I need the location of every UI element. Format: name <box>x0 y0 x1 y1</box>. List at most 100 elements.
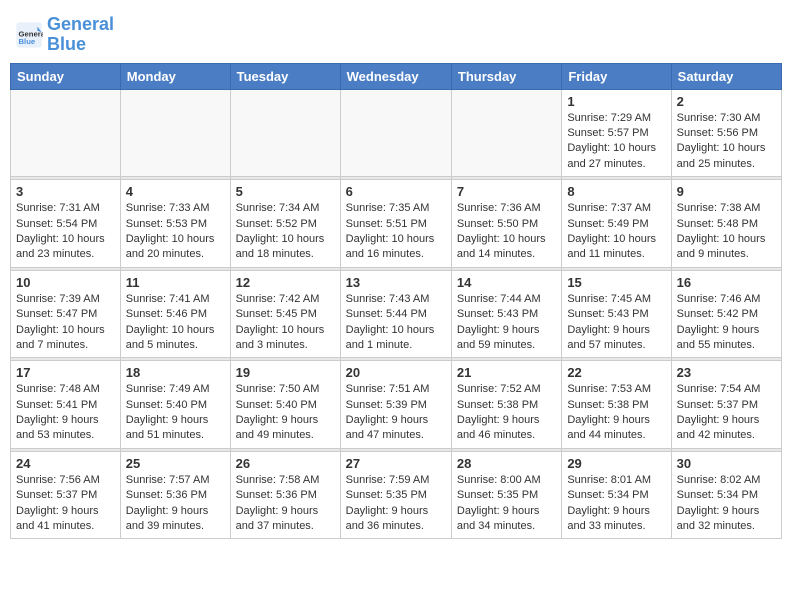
calendar-week-row: 1 Sunrise: 7:29 AM Sunset: 5:57 PM Daylig… <box>11 89 782 177</box>
day-number: 21 <box>457 365 556 380</box>
day-info: Sunrise: 7:52 AM Sunset: 5:38 PM Dayligh… <box>457 382 556 444</box>
calendar-week-row: 3 Sunrise: 7:31 AM Sunset: 5:54 PM Daylig… <box>11 180 782 268</box>
calendar-cell: 7 Sunrise: 7:36 AM Sunset: 5:50 PM Daylig… <box>451 180 561 268</box>
calendar-cell: 20 Sunrise: 7:51 AM Sunset: 5:39 PM Dayli… <box>340 361 451 449</box>
day-number: 8 <box>567 184 665 199</box>
calendar-cell: 18 Sunrise: 7:49 AM Sunset: 5:40 PM Dayli… <box>120 361 230 449</box>
calendar-cell: 22 Sunrise: 7:53 AM Sunset: 5:38 PM Dayli… <box>562 361 671 449</box>
day-number: 26 <box>236 456 335 471</box>
day-number: 20 <box>346 365 446 380</box>
col-header-tuesday: Tuesday <box>230 63 340 89</box>
calendar-cell: 19 Sunrise: 7:50 AM Sunset: 5:40 PM Dayli… <box>230 361 340 449</box>
day-info: Sunrise: 7:53 AM Sunset: 5:38 PM Dayligh… <box>567 382 665 444</box>
day-info: Sunrise: 7:36 AM Sunset: 5:50 PM Dayligh… <box>457 201 556 263</box>
day-info: Sunrise: 7:48 AM Sunset: 5:41 PM Dayligh… <box>16 382 115 444</box>
col-header-sunday: Sunday <box>11 63 121 89</box>
day-info: Sunrise: 7:31 AM Sunset: 5:54 PM Dayligh… <box>16 201 115 263</box>
day-number: 28 <box>457 456 556 471</box>
col-header-friday: Friday <box>562 63 671 89</box>
day-number: 7 <box>457 184 556 199</box>
day-info: Sunrise: 7:54 AM Sunset: 5:37 PM Dayligh… <box>677 382 776 444</box>
day-info: Sunrise: 7:37 AM Sunset: 5:49 PM Dayligh… <box>567 201 665 263</box>
day-info: Sunrise: 7:30 AM Sunset: 5:56 PM Dayligh… <box>677 111 776 173</box>
calendar-cell <box>11 89 121 177</box>
calendar-cell <box>120 89 230 177</box>
calendar-cell: 1 Sunrise: 7:29 AM Sunset: 5:57 PM Daylig… <box>562 89 671 177</box>
day-info: Sunrise: 7:50 AM Sunset: 5:40 PM Dayligh… <box>236 382 335 444</box>
col-header-saturday: Saturday <box>671 63 781 89</box>
day-info: Sunrise: 7:43 AM Sunset: 5:44 PM Dayligh… <box>346 292 446 354</box>
logo-text: GeneralBlue <box>47 15 114 55</box>
calendar-header-row: SundayMondayTuesdayWednesdayThursdayFrid… <box>11 63 782 89</box>
day-info: Sunrise: 7:45 AM Sunset: 5:43 PM Dayligh… <box>567 292 665 354</box>
calendar-cell: 12 Sunrise: 7:42 AM Sunset: 5:45 PM Dayli… <box>230 270 340 358</box>
calendar-cell: 21 Sunrise: 7:52 AM Sunset: 5:38 PM Dayli… <box>451 361 561 449</box>
page-header: General Blue GeneralBlue <box>10 10 782 55</box>
calendar-cell <box>340 89 451 177</box>
calendar-cell: 14 Sunrise: 7:44 AM Sunset: 5:43 PM Dayli… <box>451 270 561 358</box>
calendar-table: SundayMondayTuesdayWednesdayThursdayFrid… <box>10 63 782 540</box>
day-number: 16 <box>677 275 776 290</box>
day-info: Sunrise: 7:41 AM Sunset: 5:46 PM Dayligh… <box>126 292 225 354</box>
col-header-wednesday: Wednesday <box>340 63 451 89</box>
day-number: 13 <box>346 275 446 290</box>
day-number: 22 <box>567 365 665 380</box>
day-info: Sunrise: 7:44 AM Sunset: 5:43 PM Dayligh… <box>457 292 556 354</box>
day-number: 18 <box>126 365 225 380</box>
day-number: 29 <box>567 456 665 471</box>
day-number: 19 <box>236 365 335 380</box>
day-number: 2 <box>677 94 776 109</box>
day-number: 3 <box>16 184 115 199</box>
calendar-cell: 2 Sunrise: 7:30 AM Sunset: 5:56 PM Daylig… <box>671 89 781 177</box>
calendar-cell: 13 Sunrise: 7:43 AM Sunset: 5:44 PM Dayli… <box>340 270 451 358</box>
day-info: Sunrise: 7:58 AM Sunset: 5:36 PM Dayligh… <box>236 473 335 535</box>
logo-icon: General Blue <box>15 21 43 49</box>
calendar-cell: 6Sunrise: 7:35 AM Sunset: 5:51 PM Daylig… <box>340 180 451 268</box>
day-info: Sunrise: 8:02 AM Sunset: 5:34 PM Dayligh… <box>677 473 776 535</box>
calendar-cell: 9 Sunrise: 7:38 AM Sunset: 5:48 PM Daylig… <box>671 180 781 268</box>
calendar-week-row: 17 Sunrise: 7:48 AM Sunset: 5:41 PM Dayli… <box>11 361 782 449</box>
calendar-cell: 4 Sunrise: 7:33 AM Sunset: 5:53 PM Daylig… <box>120 180 230 268</box>
day-number: 30 <box>677 456 776 471</box>
day-number: 25 <box>126 456 225 471</box>
calendar-cell: 10Sunrise: 7:39 AM Sunset: 5:47 PM Dayli… <box>11 270 121 358</box>
calendar-cell: 3 Sunrise: 7:31 AM Sunset: 5:54 PM Daylig… <box>11 180 121 268</box>
calendar-cell: 16 Sunrise: 7:46 AM Sunset: 5:42 PM Dayli… <box>671 270 781 358</box>
calendar-cell: 25 Sunrise: 7:57 AM Sunset: 5:36 PM Dayli… <box>120 451 230 539</box>
calendar-cell: 15 Sunrise: 7:45 AM Sunset: 5:43 PM Dayli… <box>562 270 671 358</box>
svg-text:Blue: Blue <box>19 37 36 46</box>
day-number: 23 <box>677 365 776 380</box>
day-number: 17 <box>16 365 115 380</box>
day-info: Sunrise: 7:46 AM Sunset: 5:42 PM Dayligh… <box>677 292 776 354</box>
col-header-thursday: Thursday <box>451 63 561 89</box>
day-info: Sunrise: 7:49 AM Sunset: 5:40 PM Dayligh… <box>126 382 225 444</box>
day-info: Sunrise: 7:59 AM Sunset: 5:35 PM Dayligh… <box>346 473 446 535</box>
col-header-monday: Monday <box>120 63 230 89</box>
calendar-cell: 24Sunrise: 7:56 AM Sunset: 5:37 PM Dayli… <box>11 451 121 539</box>
day-number: 9 <box>677 184 776 199</box>
calendar-week-row: 24Sunrise: 7:56 AM Sunset: 5:37 PM Dayli… <box>11 451 782 539</box>
day-number: 5 <box>236 184 335 199</box>
day-info: Sunrise: 7:38 AM Sunset: 5:48 PM Dayligh… <box>677 201 776 263</box>
day-info: Sunrise: 7:33 AM Sunset: 5:53 PM Dayligh… <box>126 201 225 263</box>
day-info: Sunrise: 7:57 AM Sunset: 5:36 PM Dayligh… <box>126 473 225 535</box>
day-info: Sunrise: 7:34 AM Sunset: 5:52 PM Dayligh… <box>236 201 335 263</box>
day-info: Sunrise: 7:51 AM Sunset: 5:39 PM Dayligh… <box>346 382 446 444</box>
day-number: 4 <box>126 184 225 199</box>
calendar-cell: 27Sunrise: 7:59 AM Sunset: 5:35 PM Dayli… <box>340 451 451 539</box>
calendar-cell: 8 Sunrise: 7:37 AM Sunset: 5:49 PM Daylig… <box>562 180 671 268</box>
calendar-cell <box>230 89 340 177</box>
calendar-cell: 23 Sunrise: 7:54 AM Sunset: 5:37 PM Dayli… <box>671 361 781 449</box>
day-number: 15 <box>567 275 665 290</box>
calendar-cell: 17 Sunrise: 7:48 AM Sunset: 5:41 PM Dayli… <box>11 361 121 449</box>
day-number: 6 <box>346 184 446 199</box>
day-info: Sunrise: 7:29 AM Sunset: 5:57 PM Dayligh… <box>567 111 665 173</box>
day-info: Sunrise: 7:42 AM Sunset: 5:45 PM Dayligh… <box>236 292 335 354</box>
day-number: 1 <box>567 94 665 109</box>
day-info: Sunrise: 8:01 AM Sunset: 5:34 PM Dayligh… <box>567 473 665 535</box>
day-info: Sunrise: 8:00 AM Sunset: 5:35 PM Dayligh… <box>457 473 556 535</box>
calendar-cell: 28 Sunrise: 8:00 AM Sunset: 5:35 PM Dayli… <box>451 451 561 539</box>
day-number: 14 <box>457 275 556 290</box>
calendar-cell: 29 Sunrise: 8:01 AM Sunset: 5:34 PM Dayli… <box>562 451 671 539</box>
day-number: 12 <box>236 275 335 290</box>
